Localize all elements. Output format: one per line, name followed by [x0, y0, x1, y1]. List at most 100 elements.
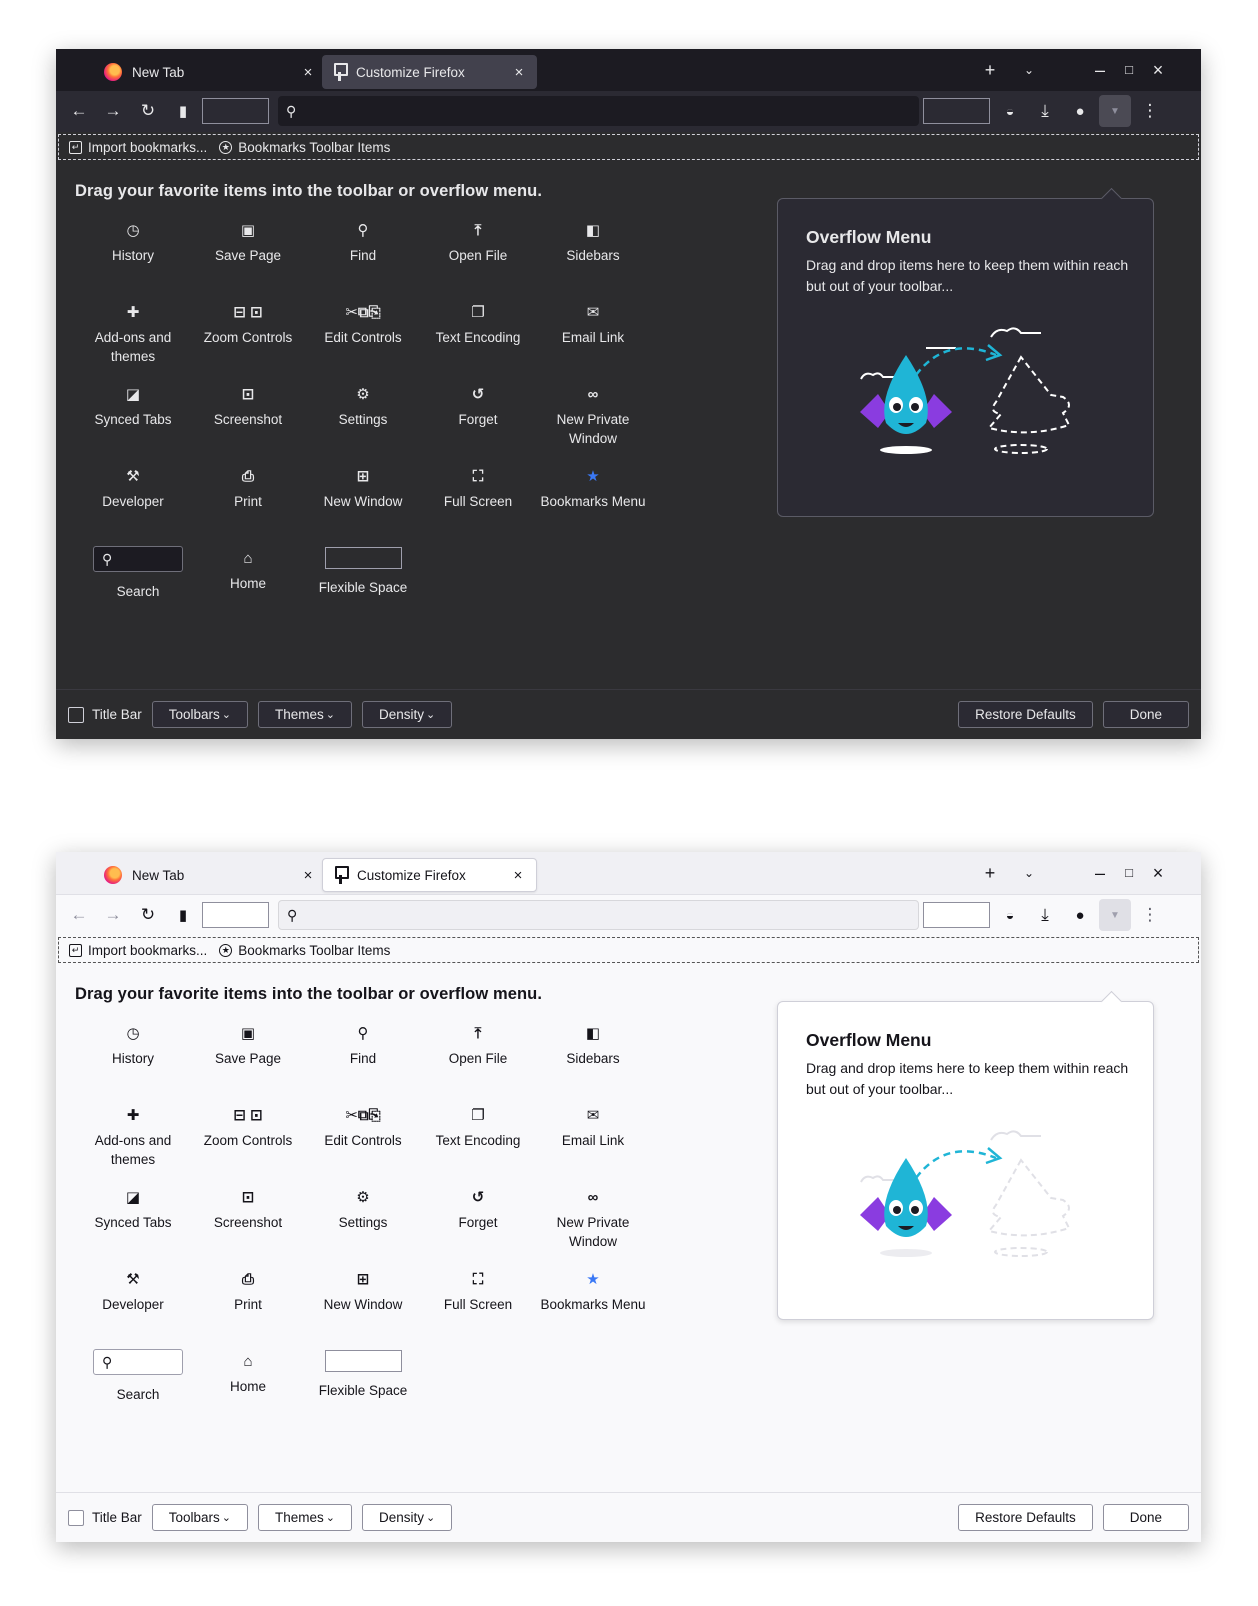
back-icon[interactable]: ← — [68, 100, 90, 122]
palette-item-zoom[interactable]: ⊟ ⊡ Zoom Controls — [189, 300, 307, 347]
downloads-icon[interactable]: ⤓ — [1034, 100, 1056, 122]
done-button[interactable]: Done — [1102, 1504, 1189, 1531]
new-tab-plus-icon[interactable]: + — [979, 864, 1001, 882]
palette-item-home[interactable]: ⌂ Home — [189, 1349, 307, 1396]
close-tab-icon[interactable]: × — [510, 867, 526, 884]
palette-item-full-screen[interactable]: ⛶ Full Screen — [419, 1267, 537, 1314]
density-dropdown[interactable]: Density ⌄ — [362, 1504, 453, 1531]
forward-icon[interactable]: → — [102, 100, 124, 122]
density-dropdown[interactable]: Density ⌄ — [362, 701, 453, 728]
account-icon[interactable]: ● — [1069, 100, 1091, 122]
app-menu-icon[interactable]: ⋮ — [1139, 100, 1161, 122]
url-bar[interactable]: ⚲ — [278, 96, 919, 126]
palette-item-save-page[interactable]: ▣ Save Page — [189, 1021, 307, 1068]
palette-item-edit-controls[interactable]: ✂⧉⎘ Edit Controls — [304, 1103, 422, 1150]
palette-item-search[interactable]: ⚲ Search — [79, 1349, 197, 1404]
palette-item-private-window[interactable]: ∞ New Private Window — [534, 382, 652, 448]
palette-item-forget[interactable]: ↺ Forget — [419, 1185, 537, 1232]
toolbars-dropdown[interactable]: Toolbars ⌄ — [151, 1504, 249, 1531]
tab-customize-firefox[interactable]: Customize Firefox × — [322, 858, 537, 892]
palette-item-text-encoding[interactable]: ❐ Text Encoding — [419, 1103, 537, 1150]
palette-item-text-encoding[interactable]: ❐ Text Encoding — [419, 300, 537, 347]
palette-item-edit-controls[interactable]: ✂⧉⎘ Edit Controls — [304, 300, 422, 347]
palette-item-synced-tabs[interactable]: ◪ Synced Tabs — [74, 382, 192, 429]
palette-item-new-window[interactable]: ⊞ New Window — [304, 1267, 422, 1314]
list-all-tabs-icon[interactable]: ⌄ — [1018, 864, 1040, 882]
import-bookmarks-button[interactable]: ↵ Import bookmarks... — [69, 943, 207, 958]
forward-icon[interactable]: → — [102, 904, 124, 926]
palette-item-flexible-space[interactable]: Flexible Space — [304, 546, 422, 597]
palette-item-sidebars[interactable]: ◧ Sidebars — [534, 218, 652, 265]
palette-item-open-file[interactable]: ⤒ Open File — [419, 218, 537, 265]
palette-item-history[interactable]: ◷ History — [74, 218, 192, 265]
palette-item-save-page[interactable]: ▣ Save Page — [189, 218, 307, 265]
palette-item-email-link[interactable]: ✉ Email Link — [534, 1103, 652, 1150]
palette-item-screenshot[interactable]: ⊡ Screenshot — [189, 1185, 307, 1232]
toolbars-dropdown[interactable]: Toolbars ⌄ — [151, 701, 249, 728]
minimize-icon[interactable]: – — [1089, 864, 1111, 882]
palette-item-synced-tabs[interactable]: ◪ Synced Tabs — [74, 1185, 192, 1232]
account-icon[interactable]: ● — [1069, 904, 1091, 926]
palette-item-screenshot[interactable]: ⊡ Screenshot — [189, 382, 307, 429]
palette-item-find[interactable]: ⚲ Find — [304, 218, 422, 265]
themes-dropdown[interactable]: Themes ⌄ — [258, 701, 353, 728]
overflow-menu-button[interactable]: ▼ — [1099, 899, 1131, 931]
minimize-icon[interactable]: – — [1089, 61, 1111, 79]
reload-icon[interactable]: ↻ — [137, 904, 159, 926]
palette-item-bookmarks-menu[interactable]: ★ Bookmarks Menu — [534, 464, 652, 511]
palette-item-flexible-space[interactable]: Flexible Space — [304, 1349, 422, 1400]
maximize-icon[interactable]: □ — [1118, 864, 1140, 882]
bookmark-ribbon-icon[interactable]: ▮ — [172, 904, 194, 926]
tab-new-tab[interactable]: New Tab × — [94, 858, 326, 892]
tab-customize-firefox[interactable]: Customize Firefox × — [322, 55, 537, 89]
url-bar[interactable]: ⚲ — [278, 900, 919, 930]
pocket-icon[interactable]: ◒ — [999, 100, 1021, 122]
downloads-icon[interactable]: ⤓ — [1034, 904, 1056, 926]
palette-item-print[interactable]: ⎙ Print — [189, 464, 307, 511]
palette-item-find[interactable]: ⚲ Find — [304, 1021, 422, 1068]
reload-icon[interactable]: ↻ — [137, 100, 159, 122]
palette-item-email-link[interactable]: ✉ Email Link — [534, 300, 652, 347]
palette-item-addons[interactable]: ✚ Add-ons and themes — [74, 300, 192, 366]
palette-item-addons[interactable]: ✚ Add-ons and themes — [74, 1103, 192, 1169]
pocket-icon[interactable]: ◒ — [999, 904, 1021, 926]
palette-item-private-window[interactable]: ∞ New Private Window — [534, 1185, 652, 1251]
palette-item-home[interactable]: ⌂ Home — [189, 546, 307, 593]
overflow-menu-button[interactable]: ▼ — [1099, 95, 1131, 127]
maximize-icon[interactable]: □ — [1118, 61, 1140, 79]
close-window-icon[interactable]: × — [1147, 61, 1169, 79]
bookmarks-toolbar-items[interactable]: ★ Bookmarks Toolbar Items — [219, 943, 390, 958]
restore-defaults-button[interactable]: Restore Defaults — [958, 1504, 1093, 1531]
done-button[interactable]: Done — [1102, 701, 1189, 728]
palette-item-developer[interactable]: ⚒ Developer — [74, 464, 192, 511]
palette-item-full-screen[interactable]: ⛶ Full Screen — [419, 464, 537, 511]
palette-item-bookmarks-menu[interactable]: ★ Bookmarks Menu — [534, 1267, 652, 1314]
new-tab-plus-icon[interactable]: + — [979, 61, 1001, 79]
tab-new-tab[interactable]: New Tab × — [94, 55, 326, 89]
palette-item-open-file[interactable]: ⤒ Open File — [419, 1021, 537, 1068]
back-icon[interactable]: ← — [68, 904, 90, 926]
palette-item-search[interactable]: ⚲ Search — [79, 546, 197, 601]
palette-item-forget[interactable]: ↺ Forget — [419, 382, 537, 429]
palette-item-zoom[interactable]: ⊟ ⊡ Zoom Controls — [189, 1103, 307, 1150]
title-bar-checkbox[interactable] — [68, 1509, 84, 1526]
bookmarks-toolbar-items[interactable]: ★ Bookmarks Toolbar Items — [219, 140, 390, 155]
palette-item-history[interactable]: ◷ History — [74, 1021, 192, 1068]
close-tab-icon[interactable]: × — [300, 867, 316, 884]
title-bar-checkbox[interactable] — [68, 706, 84, 723]
close-tab-icon[interactable]: × — [511, 64, 527, 81]
palette-item-developer[interactable]: ⚒ Developer — [74, 1267, 192, 1314]
close-tab-icon[interactable]: × — [300, 64, 316, 81]
themes-dropdown[interactable]: Themes ⌄ — [258, 1504, 353, 1531]
close-window-icon[interactable]: × — [1147, 864, 1169, 882]
palette-item-sidebars[interactable]: ◧ Sidebars — [534, 1021, 652, 1068]
app-menu-icon[interactable]: ⋮ — [1139, 904, 1161, 926]
palette-item-settings[interactable]: ⚙ Settings — [304, 382, 422, 429]
palette-item-print[interactable]: ⎙ Print — [189, 1267, 307, 1314]
restore-defaults-button[interactable]: Restore Defaults — [958, 701, 1093, 728]
bookmark-ribbon-icon[interactable]: ▮ — [172, 100, 194, 122]
palette-item-settings[interactable]: ⚙ Settings — [304, 1185, 422, 1232]
palette-item-new-window[interactable]: ⊞ New Window — [304, 464, 422, 511]
list-all-tabs-icon[interactable]: ⌄ — [1018, 61, 1040, 79]
import-bookmarks-button[interactable]: ↵ Import bookmarks... — [69, 140, 207, 155]
